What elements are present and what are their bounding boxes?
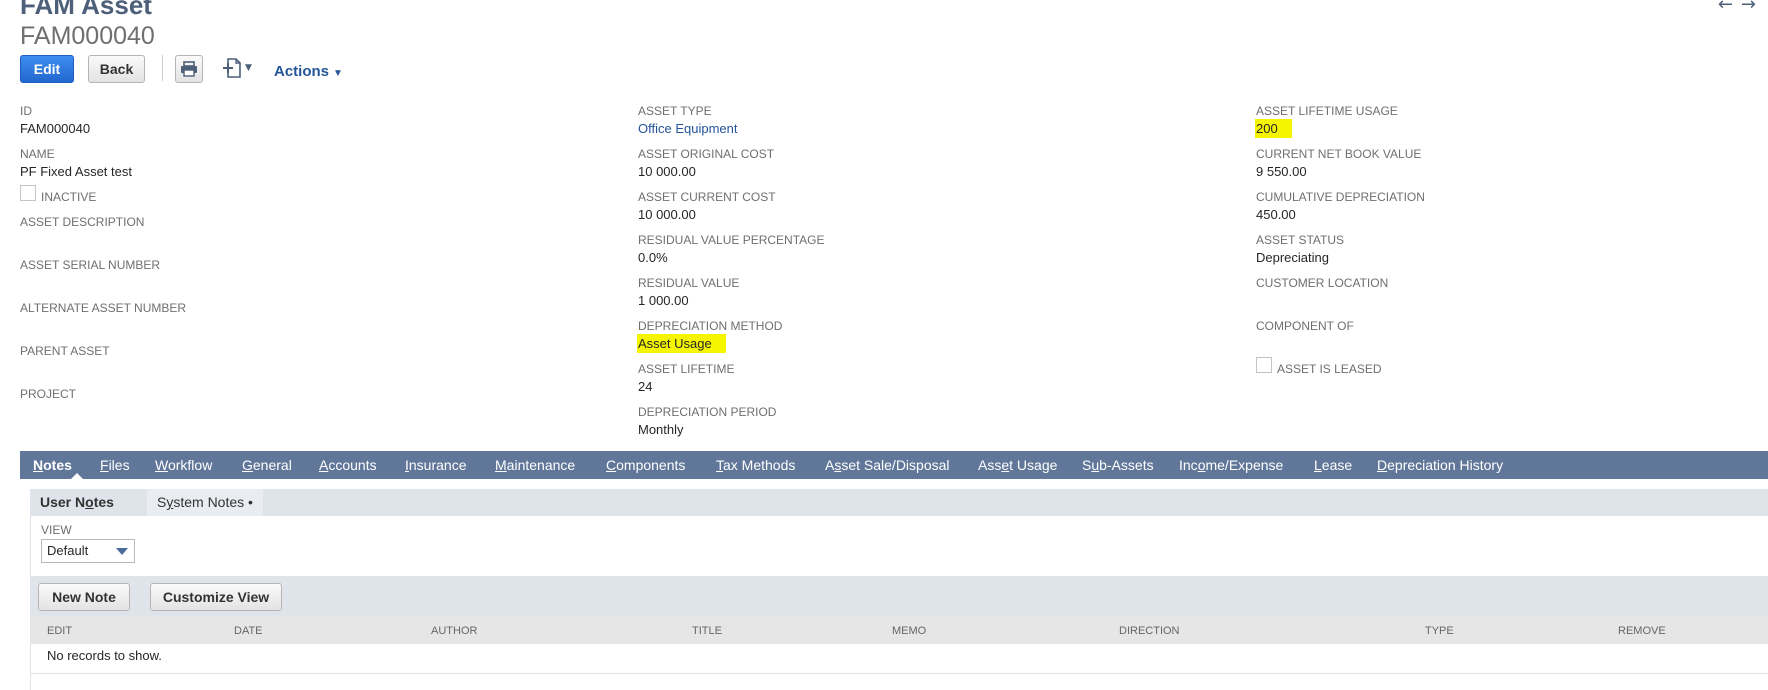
residual-value-percentage-label: RESIDUAL VALUE PERCENTAGE	[638, 233, 825, 247]
column-header-direction[interactable]: DIRECTION	[1119, 625, 1180, 637]
asset-current-cost-label: ASSET CURRENT COST	[638, 190, 776, 204]
current-net-book-value-value: 9 550.00	[1256, 164, 1307, 179]
tab-notes[interactable]: Notes	[33, 451, 72, 479]
tab-tax-methods[interactable]: Tax Methods	[716, 451, 795, 479]
customer-location-label: CUSTOMER LOCATION	[1256, 276, 1389, 290]
asset-status-label: ASSET STATUS	[1256, 233, 1345, 247]
asset-serial-number-label: ASSET SERIAL NUMBER	[20, 258, 161, 272]
tab-components[interactable]: Components	[606, 451, 685, 479]
view-label: VIEW	[41, 523, 72, 537]
asset-type-label: ASSET TYPE	[638, 104, 712, 118]
depreciation-method-highlight: Asset Usage	[637, 334, 726, 353]
asset-original-cost-value: 10 000.00	[638, 164, 696, 179]
new-note-button[interactable]: New Note	[38, 583, 130, 611]
id-label: ID	[20, 104, 32, 118]
tab-lease[interactable]: Lease	[1314, 451, 1352, 479]
tab-asset-sale-disposal[interactable]: Asset Sale/Disposal	[825, 451, 950, 479]
notes-button-row	[30, 576, 1768, 616]
customize-view-button[interactable]: Customize View	[150, 583, 282, 611]
column-header-date[interactable]: DATE	[234, 625, 263, 637]
notes-table-header: EDIT DATE AUTHOR TITLE MEMO DIRECTION TY…	[30, 616, 1768, 644]
tab-income-expense[interactable]: Income/Expense	[1179, 451, 1283, 479]
depreciation-period-label: DEPRECIATION PERIOD	[638, 405, 777, 419]
new-document-icon	[223, 58, 241, 78]
view-select[interactable]: Default	[41, 539, 135, 563]
column-header-edit[interactable]: EDIT	[47, 625, 72, 637]
record-navigation-arrows[interactable]: ←→	[1718, 0, 1764, 15]
alternate-asset-number-label: ALTERNATE ASSET NUMBER	[20, 301, 187, 315]
chevron-down-icon: ▼	[333, 68, 343, 79]
print-button[interactable]	[175, 55, 203, 83]
column-header-author[interactable]: AUTHOR	[431, 625, 477, 637]
asset-current-cost-value: 10 000.00	[638, 207, 696, 222]
name-label: NAME	[20, 147, 55, 161]
tab-files[interactable]: Files	[100, 451, 130, 479]
asset-description-label: ASSET DESCRIPTION	[20, 215, 145, 229]
asset-type-link[interactable]: Office Equipment	[638, 121, 737, 136]
asset-lifetime-usage-label: ASSET LIFETIME USAGE	[1256, 104, 1398, 118]
edit-button[interactable]: Edit	[20, 55, 74, 83]
asset-original-cost-label: ASSET ORIGINAL COST	[638, 147, 775, 161]
residual-value-value: 1 000.00	[638, 293, 689, 308]
inactive-checkbox[interactable]	[20, 185, 36, 201]
printer-icon	[181, 61, 197, 77]
subtab-user-notes[interactable]: User Notes	[40, 489, 114, 516]
parent-asset-label: PARENT ASSET	[20, 344, 110, 358]
depreciation-method-label: DEPRECIATION METHOD	[638, 319, 783, 333]
chevron-down-icon	[116, 548, 128, 555]
back-button[interactable]: Back	[88, 55, 145, 83]
record-type-title: FAM Asset	[20, 0, 152, 20]
asset-lifetime-value: 24	[638, 379, 653, 394]
chevron-down-icon: ▼	[245, 63, 252, 73]
id-value: FAM000040	[20, 121, 91, 136]
tab-general[interactable]: General	[242, 451, 292, 479]
asset-is-leased-checkbox[interactable]	[1256, 357, 1272, 373]
main-tab-bar: Notes Files Workflow General Accounts In…	[20, 451, 1768, 480]
column-header-remove[interactable]: REMOVE	[1618, 625, 1666, 637]
table-bottom-border	[30, 673, 1768, 674]
tab-maintenance[interactable]: Maintenance	[495, 451, 575, 479]
toolbar-separator	[162, 55, 163, 81]
name-value: PF Fixed Asset test	[20, 164, 132, 179]
component-of-label: COMPONENT OF	[1256, 319, 1354, 333]
notes-subtab-bar: User Notes System Notes •	[30, 489, 1768, 516]
next-record-icon[interactable]: →	[1741, 0, 1764, 15]
empty-table-message: No records to show.	[47, 648, 162, 663]
tab-accounts[interactable]: Accounts	[319, 451, 377, 479]
asset-is-leased-label: ASSET IS LEASED	[1277, 362, 1382, 376]
residual-value-percentage-value: 0.0%	[638, 250, 668, 265]
project-label: PROJECT	[20, 387, 77, 401]
asset-lifetime-usage-value: 200	[1255, 119, 1292, 138]
inactive-label: INACTIVE	[41, 190, 97, 204]
subtab-system-notes[interactable]: System Notes •	[147, 489, 263, 516]
record-id-title: FAM000040	[20, 22, 155, 50]
actions-label: Actions	[274, 63, 330, 80]
column-header-type[interactable]: TYPE	[1425, 625, 1454, 637]
tab-asset-usage[interactable]: Asset Usage	[978, 451, 1057, 479]
tab-insurance[interactable]: Insurance	[405, 451, 466, 479]
tab-workflow[interactable]: Workflow	[155, 451, 212, 479]
tab-sub-assets[interactable]: Sub-Assets	[1082, 451, 1154, 479]
view-selected-value: Default	[47, 543, 89, 558]
asset-lifetime-usage-highlight: 200	[1255, 119, 1292, 138]
asset-status-value: Depreciating	[1256, 250, 1329, 265]
new-document-menu[interactable]: ▼	[223, 57, 252, 79]
active-tab-pointer	[70, 473, 84, 480]
actions-menu[interactable]: Actions ▼	[274, 63, 343, 80]
residual-value-label: RESIDUAL VALUE	[638, 276, 740, 290]
depreciation-period-value: Monthly	[638, 422, 684, 437]
asset-lifetime-label: ASSET LIFETIME	[638, 362, 735, 376]
cumulative-depreciation-value: 450.00	[1256, 207, 1296, 222]
tab-depreciation-history[interactable]: Depreciation History	[1377, 451, 1503, 479]
cumulative-depreciation-label: CUMULATIVE DEPRECIATION	[1256, 190, 1425, 204]
column-header-memo[interactable]: MEMO	[892, 625, 926, 637]
column-header-title[interactable]: TITLE	[692, 625, 722, 637]
previous-record-icon[interactable]: ←	[1718, 0, 1741, 15]
current-net-book-value-label: CURRENT NET BOOK VALUE	[1256, 147, 1422, 161]
depreciation-method-value: Asset Usage	[637, 334, 726, 353]
